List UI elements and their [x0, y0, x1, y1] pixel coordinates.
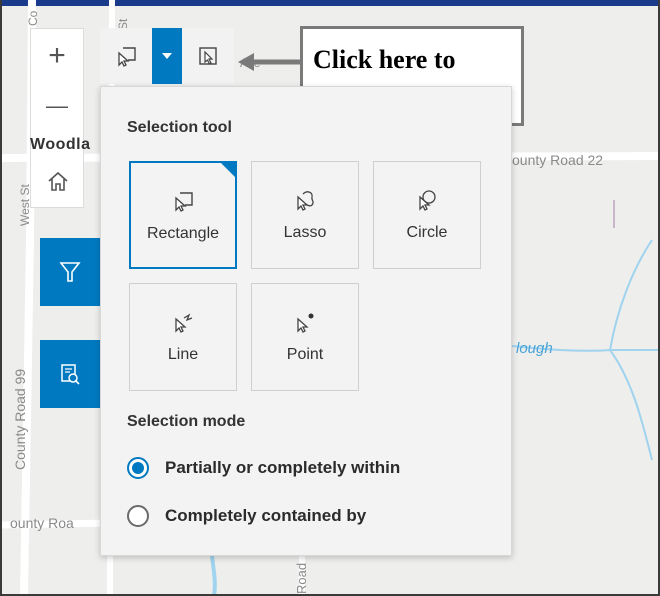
- query-button[interactable]: [40, 340, 100, 408]
- selection-panel: Selection tool Rectangle Lasso Circle Li…: [100, 86, 512, 556]
- callout-arrow: [238, 53, 304, 71]
- tool-circle[interactable]: Circle: [373, 161, 481, 269]
- tool-rectangle[interactable]: Rectangle: [129, 161, 237, 269]
- selection-options-dropdown[interactable]: [152, 28, 182, 84]
- point-select-icon: [297, 313, 314, 333]
- clear-selection-icon: [199, 47, 217, 65]
- mode-label: Partially or completely within: [165, 458, 401, 477]
- callout-line: Click here to: [313, 45, 456, 74]
- map-road-label: ounty Roa: [10, 515, 74, 531]
- clear-selection-button[interactable]: [182, 28, 234, 84]
- zoom-in-button[interactable]: +: [31, 31, 83, 81]
- radio-button[interactable]: [127, 505, 149, 527]
- map-road-label: Road: [294, 562, 309, 594]
- radio-button[interactable]: [127, 457, 149, 479]
- plus-icon: +: [48, 39, 66, 72]
- tool-lasso[interactable]: Lasso: [251, 161, 359, 269]
- mode-partial-option[interactable]: Partially or completely within: [127, 457, 400, 479]
- mode-contained-option[interactable]: Completely contained by: [127, 505, 366, 527]
- mode-label: Completely contained by: [165, 506, 367, 525]
- tool-point[interactable]: Point: [251, 283, 359, 391]
- map-place-label: Woodla: [30, 136, 91, 153]
- tool-label: Line: [167, 346, 199, 363]
- query-icon: [61, 364, 80, 385]
- home-button[interactable]: [40, 163, 76, 199]
- circle-select-icon: [419, 190, 436, 211]
- lasso-select-icon: [297, 191, 314, 211]
- rectangle-select-icon: [175, 192, 193, 212]
- selection-toolbar: [100, 28, 234, 84]
- zoom-out-button[interactable]: —: [31, 81, 83, 131]
- line-select-icon: [175, 313, 193, 333]
- selection-tool-heading: Selection tool: [127, 119, 232, 136]
- rectangle-select-button[interactable]: [100, 28, 152, 84]
- tool-label: Rectangle: [146, 225, 220, 242]
- tool-label: Point: [286, 346, 324, 363]
- minus-icon: —: [46, 93, 68, 118]
- filter-button[interactable]: [40, 238, 100, 306]
- map-road-label: Co: [26, 10, 40, 26]
- tool-line[interactable]: Line: [129, 283, 237, 391]
- map-road-label: ounty Road 22: [512, 152, 604, 168]
- filter-icon: [59, 262, 81, 282]
- map-water-label: lough: [516, 340, 553, 357]
- home-icon: [48, 171, 68, 191]
- tool-label: Lasso: [283, 224, 327, 241]
- caret-down-icon: [162, 53, 172, 59]
- selection-mode-heading: Selection mode: [127, 413, 246, 430]
- rectangle-select-icon: [118, 47, 136, 67]
- selected-indicator: [221, 163, 235, 177]
- map-view[interactable]: ounty Road 22 West St County Road 99 oun…: [0, 0, 660, 596]
- tool-label: Circle: [406, 224, 448, 241]
- map-road-label: County Road 99: [12, 368, 28, 470]
